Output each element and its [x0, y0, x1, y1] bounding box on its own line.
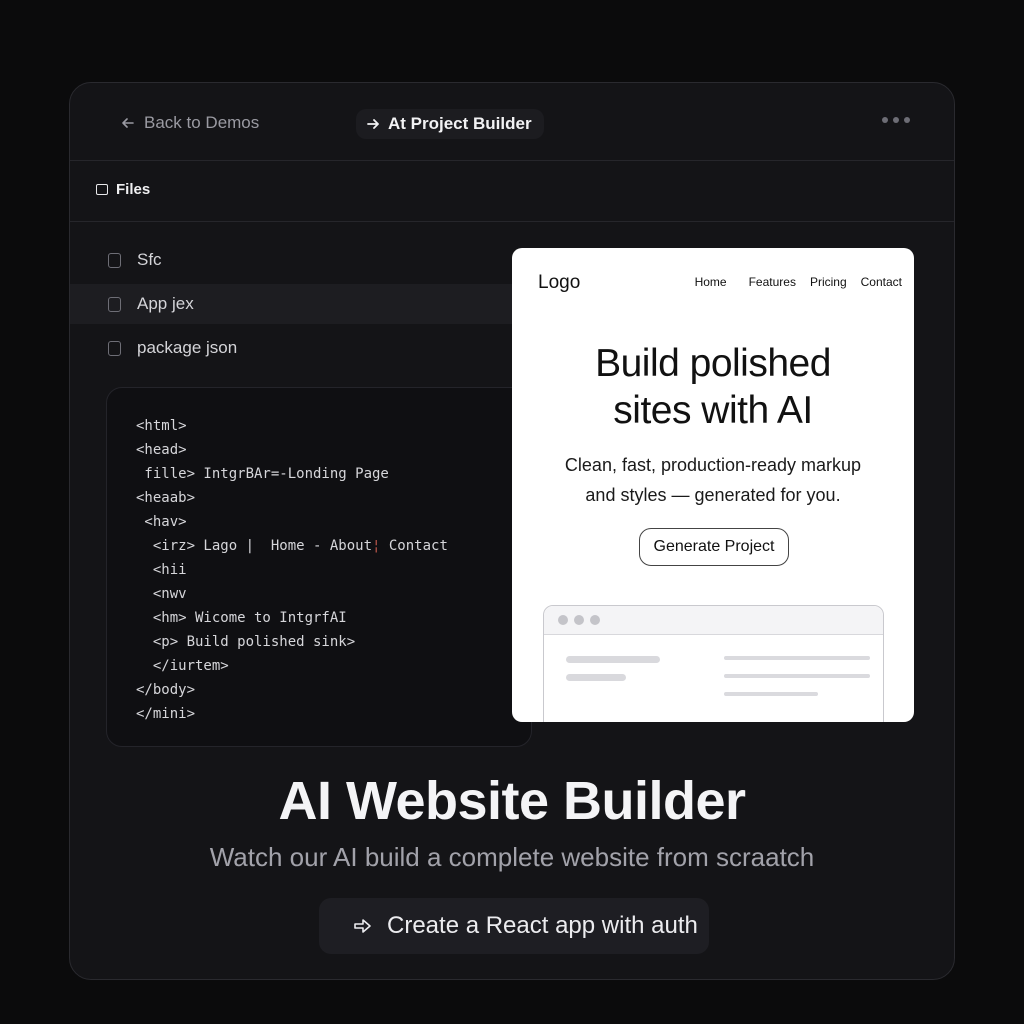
back-to-demos-link[interactable]: Back to Demos: [120, 113, 259, 133]
back-label: Back to Demos: [144, 113, 260, 132]
more-options-icon[interactable]: [882, 117, 910, 123]
code-line: <head>: [136, 442, 187, 458]
placeholder-line: [724, 692, 818, 696]
send-arrow-icon: [354, 919, 371, 933]
placeholder-line: [566, 674, 626, 681]
file-icon: [108, 340, 121, 356]
arrow-right-icon: [367, 119, 379, 129]
window-dot-icon: [590, 615, 600, 625]
code-line-text: <irz> Lago | Home - About: [136, 538, 373, 554]
code-line: <html>: [136, 418, 187, 434]
files-tab[interactable]: Files: [96, 181, 150, 198]
file-name: package json: [137, 338, 238, 357]
placeholder-line: [724, 656, 870, 660]
preview-nav-contact[interactable]: Contact: [861, 275, 902, 289]
code-line: fille> IntgrBAr=-Londing Page: [136, 466, 389, 482]
files-label: Files: [116, 181, 151, 198]
preview-headline-line: sites with AI: [613, 389, 813, 432]
preview-nav: Home Features Pricing Contact: [695, 275, 902, 289]
file-icon: [108, 296, 121, 312]
window-dot-icon: [574, 615, 584, 625]
code-line: </mini>: [136, 706, 196, 722]
preview-nav-pricing[interactable]: Pricing: [810, 275, 847, 289]
hero-title: AI Website Builder: [278, 771, 746, 831]
code-line: <nwv: [136, 586, 187, 602]
file-item-active[interactable]: App jex: [70, 284, 530, 324]
website-preview: Logo Home Features Pricing Contact Build…: [512, 248, 914, 722]
preview-nav-home[interactable]: Home: [695, 275, 727, 289]
code-line: <hii: [136, 562, 187, 578]
code-line: <irz> Lago | Home - About¦ Contact: [136, 538, 448, 554]
code-line-tail: Contact: [380, 538, 448, 554]
file-icon: [108, 252, 121, 268]
mock-browser-window: [543, 605, 884, 722]
preview-subtext-line: and styles — generated for you.: [585, 485, 841, 505]
prompt-suggestion-button[interactable]: Create a React app with auth: [319, 898, 709, 954]
placeholder-line: [566, 656, 660, 663]
code-line: </iurtem>: [136, 658, 229, 674]
files-header: Files: [70, 161, 954, 222]
preview-nav-features[interactable]: Features: [749, 275, 796, 289]
project-title: At Project Builder: [356, 109, 544, 139]
code-line: </body>: [136, 682, 196, 698]
code-line: <hm> Wicome to IntgrfAI: [136, 610, 347, 626]
arrow-left-icon: [122, 118, 134, 128]
code-line: <p> Build polished sink>: [136, 634, 356, 650]
window-dot-icon: [558, 615, 568, 625]
mock-browser-toolbar: [544, 606, 883, 635]
preview-headline: Build polished sites with AI: [512, 340, 914, 434]
folder-icon: [96, 184, 108, 195]
file-item[interactable]: package json: [70, 328, 530, 368]
hero-subtitle: Watch our AI build a complete website fr…: [209, 842, 815, 872]
preview-subtext-line: Clean, fast, production-ready markup: [564, 455, 862, 475]
generate-project-button[interactable]: Generate Project: [639, 528, 789, 566]
preview-logo: Logo: [538, 272, 581, 293]
preview-subtext: Clean, fast, production-ready markup and…: [512, 450, 914, 510]
file-name: App jex: [137, 294, 194, 313]
top-bar: Back to Demos At Project Builder: [70, 83, 954, 161]
code-line: <heaab>: [136, 490, 196, 506]
code-line: <hav>: [136, 514, 187, 530]
file-item[interactable]: Sfc: [70, 240, 530, 280]
placeholder-line: [724, 674, 870, 678]
project-title-text: At Project Builder: [388, 114, 532, 133]
preview-headline-line: Build polished: [595, 342, 831, 385]
code-editor[interactable]: <html> <head> fille> IntgrBAr=-Londing P…: [106, 387, 532, 747]
file-name: Sfc: [137, 250, 162, 269]
prompt-suggestion-label: Create a React app with auth: [387, 912, 698, 939]
